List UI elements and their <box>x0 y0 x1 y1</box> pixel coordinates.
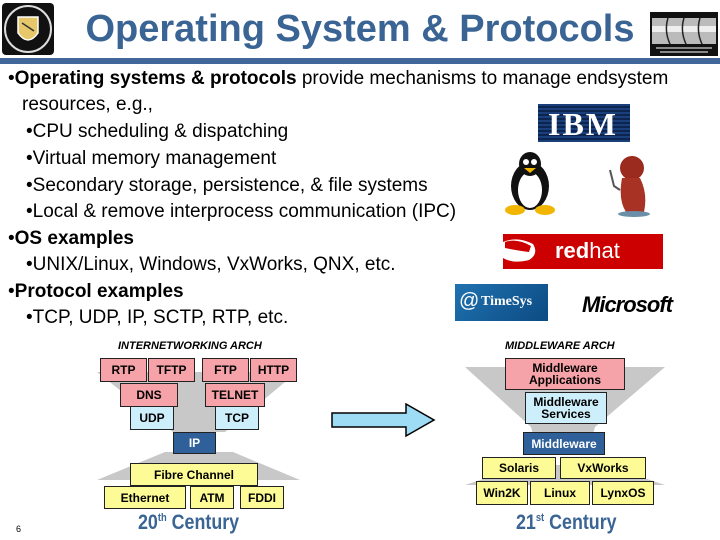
bullet-marker: • <box>26 175 33 196</box>
century-number: 20 <box>138 511 158 534</box>
bullet-os-examples: •OS examples <box>8 228 134 250</box>
bullet-os-protocols: •Operating systems & protocols provide m… <box>8 68 668 90</box>
network-box-fibre-channel: Fibre Channel <box>130 463 258 486</box>
timesys-swirl-icon: @ <box>459 290 480 312</box>
sub-bullet-text: Virtual memory management <box>32 148 277 169</box>
redhat-hat-icon <box>503 239 536 262</box>
timesys-logo: @ TimeSys <box>455 284 548 321</box>
os-box-vxworks: VxWorks <box>560 457 646 479</box>
century-word: Century <box>544 511 617 534</box>
sub-bullet-text: Secondary storage, persistence, & file s… <box>32 175 428 196</box>
os-box-linux: Linux <box>530 481 590 505</box>
bullet-marker: • <box>8 68 15 89</box>
bullet-marker: • <box>26 307 33 328</box>
sub-bullet: •TCP, UDP, IP, SCTP, RTP, etc. <box>26 307 288 329</box>
bullet-bold-text: Protocol examples <box>14 281 184 302</box>
sub-bullet-text: CPU scheduling & dispatching <box>32 121 289 142</box>
century-20-label: 20th Century <box>138 511 239 535</box>
os-box-lynxos: LynxOS <box>592 481 654 505</box>
redhat-logo: redhat <box>503 234 663 269</box>
sub-bullet: •Local & remove interprocess communicati… <box>26 201 456 223</box>
century-suffix: st <box>535 512 545 524</box>
century-suffix: th <box>157 512 167 524</box>
bullet-marker: • <box>26 121 33 142</box>
middleware-services-box: Middleware Services <box>525 392 607 424</box>
sub-bullet-text: Local & remove interprocess communicatio… <box>32 201 457 222</box>
sub-bullet-text: UNIX/Linux, Windows, VxWorks, QNX, etc. <box>32 254 396 275</box>
bullet-text: provide mechanisms to manage endsystem <box>296 68 669 89</box>
title-divider <box>0 58 720 64</box>
bullet-bold-text: Operating systems & protocols <box>14 68 297 89</box>
internetworking-caption: INTERNETWORKING ARCH <box>118 340 262 352</box>
network-box-ethernet: Ethernet <box>104 486 186 509</box>
page-title: Operating System & Protocols <box>85 8 635 50</box>
network-box-atm: ATM <box>190 486 234 509</box>
middleware-caption: MIDDLEWARE ARCH <box>505 340 615 352</box>
redhat-wordmark: redhat <box>555 238 620 264</box>
bsd-daemon-icon <box>600 150 660 223</box>
bullet-marker: • <box>26 254 33 275</box>
protocol-box-telnet: TELNET <box>205 383 265 407</box>
page-number: 6 <box>16 524 22 534</box>
timesys-wordmark: TimeSys <box>481 294 533 309</box>
protocol-box-dns: DNS <box>120 383 178 407</box>
century-21-label: 21st Century <box>516 511 617 535</box>
protocol-box-ip: IP <box>173 432 216 454</box>
protocol-box-http: HTTP <box>250 358 297 382</box>
tux-penguin-icon <box>503 150 557 221</box>
bullet-marker: • <box>8 281 15 302</box>
century-word: Century <box>166 511 240 534</box>
os-box-solaris: Solaris <box>482 457 556 479</box>
middleware-core-box: Middleware <box>523 432 605 455</box>
sub-bullet-text: TCP, UDP, IP, SCTP, RTP, etc. <box>32 307 289 328</box>
ibm-logo-text: IBM <box>548 106 618 142</box>
sub-bullet: •Virtual memory management <box>26 148 276 170</box>
bullet-bold-text: OS examples <box>14 228 134 249</box>
protocol-box-ftp: FTP <box>202 358 249 382</box>
century-number: 21 <box>516 511 536 534</box>
bullet-continuation: resources, e.g., <box>22 94 153 115</box>
protocol-box-tcp: TCP <box>215 406 259 430</box>
bullet-protocol-examples: •Protocol examples <box>8 281 184 303</box>
sub-bullet: •Secondary storage, persistence, & file … <box>26 175 428 197</box>
protocol-box-tftp: TFTP <box>148 358 195 382</box>
redhat-light-text: hat <box>589 238 620 263</box>
bullet-marker: • <box>26 148 33 169</box>
sub-bullet: •UNIX/Linux, Windows, VxWorks, QNX, etc. <box>26 254 396 276</box>
right-arrow-icon <box>331 403 436 438</box>
protocol-box-rtp: RTP <box>100 358 147 382</box>
sub-bullet: •CPU scheduling & dispatching <box>26 121 288 143</box>
os-box-win2k: Win2K <box>476 481 528 505</box>
bullet-marker: • <box>26 201 33 222</box>
network-box-fddi: FDDI <box>240 486 284 509</box>
ibm-logo: IBM <box>538 104 630 142</box>
protocol-box-udp: UDP <box>130 406 174 430</box>
isis-logo <box>650 12 718 56</box>
middleware-applications-box: Middleware Applications <box>505 358 625 390</box>
bullet-marker: • <box>8 228 15 249</box>
redhat-bold-text: red <box>555 238 590 263</box>
microsoft-logo: Microsoft <box>582 292 673 317</box>
